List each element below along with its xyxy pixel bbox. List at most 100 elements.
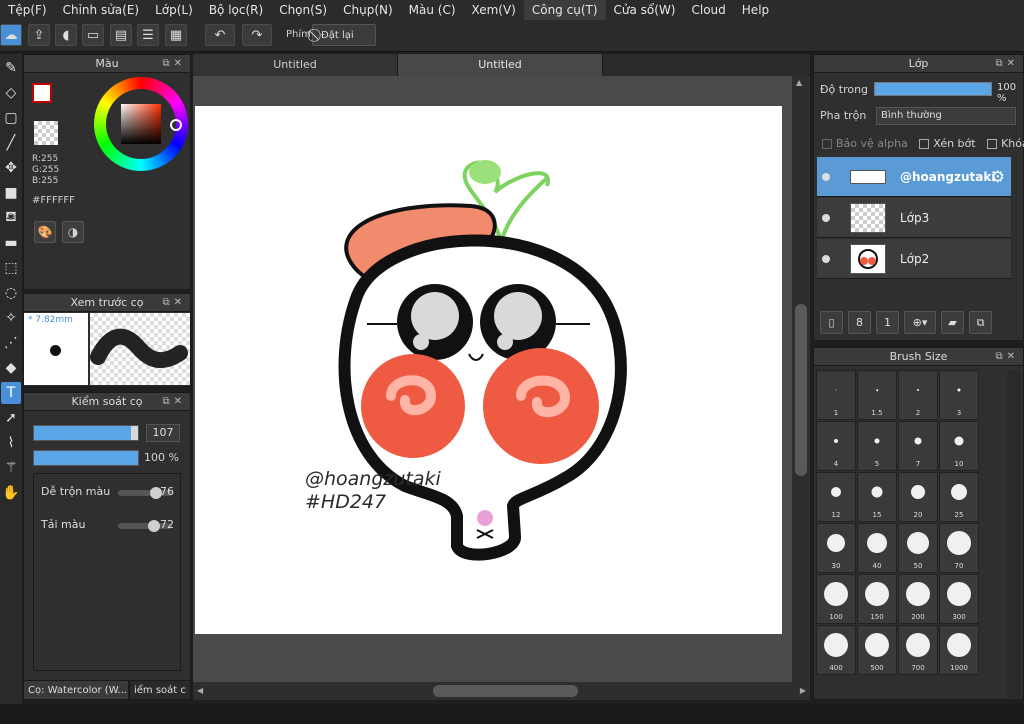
lock-checkbox[interactable] (987, 139, 998, 149)
menu-window[interactable]: Cửa sổ(W) (606, 0, 684, 20)
new-1bit-layer-icon[interactable]: 1 (876, 311, 899, 334)
comment-icon[interactable]: ◖ (55, 24, 77, 46)
folder-icon[interactable]: ▰ (941, 311, 964, 334)
brush-size-cell[interactable]: 7 (898, 421, 938, 471)
horizontal-scrollbar[interactable]: ◀ ▶ (193, 682, 810, 700)
brush-size-cell[interactable]: 500 (857, 625, 897, 675)
pen-tool-icon[interactable]: ╱ (1, 132, 21, 154)
text-tool-icon[interactable]: T (1, 382, 21, 404)
brush-size-cell[interactable]: 3 (939, 370, 979, 420)
brush-size-cell[interactable]: 1.5 (857, 370, 897, 420)
chat-icon[interactable]: ▭ (82, 24, 104, 46)
protect-alpha-checkbox[interactable] (822, 139, 832, 149)
brush-size-cell[interactable]: 70 (939, 523, 979, 573)
panel-controls-icon[interactable]: ⧉✕ (995, 348, 1019, 366)
brush-tool-icon[interactable]: ✎ (1, 57, 21, 79)
hand-icon[interactable]: ✋ (1, 482, 21, 504)
clip-checkbox[interactable] (919, 139, 930, 149)
eyedropper-icon[interactable]: ⌇ (1, 432, 21, 454)
document-icon[interactable]: ▤ (110, 24, 132, 46)
brush-size-cell[interactable]: 2 (898, 370, 938, 420)
brush-size-slider[interactable] (33, 425, 139, 441)
panel-controls-icon[interactable]: ⧉✕ (995, 55, 1019, 73)
scroll-up-arrow-icon[interactable]: ▲ (796, 78, 802, 87)
menu-capture[interactable]: Chụp(N) (335, 0, 401, 20)
brush-size-cell[interactable]: 700 (898, 625, 938, 675)
brush-size-cell[interactable]: 10 (939, 421, 979, 471)
reset-button[interactable]: ⃠ Đặt lại (312, 24, 376, 46)
scroll-left-arrow-icon[interactable]: ◀ (197, 686, 203, 695)
brush-size-cell[interactable]: 400 (816, 625, 856, 675)
menu-layer[interactable]: Lớp(L) (147, 0, 201, 20)
brush-size-cell[interactable]: 12 (816, 472, 856, 522)
undo-button[interactable]: ↶ (205, 24, 235, 46)
grid-icon[interactable]: ▦ (165, 24, 187, 46)
brush-size-cell[interactable]: 5 (857, 421, 897, 471)
brush-opacity-slider[interactable] (33, 450, 139, 466)
add-layer-dropdown-icon[interactable]: ⊕▾ (904, 311, 936, 334)
layer-row[interactable]: Lớp3 (817, 198, 1011, 238)
panel-controls-icon[interactable]: ⧉✕ (162, 55, 186, 73)
vertical-scroll-thumb[interactable] (795, 304, 807, 476)
operation-icon[interactable]: ➚ (1, 407, 21, 429)
menu-help[interactable]: Help (734, 0, 777, 20)
scroll-right-arrow-icon[interactable]: ▶ (800, 686, 806, 695)
menu-file[interactable]: Tệp(F) (0, 0, 55, 20)
new-8bit-layer-icon[interactable]: 8 (848, 311, 871, 334)
brush-size-cell[interactable]: 40 (857, 523, 897, 573)
visibility-icon[interactable] (822, 254, 830, 263)
brush-size-cell[interactable]: 200 (898, 574, 938, 624)
cloud-icon[interactable]: ☁ (0, 24, 22, 46)
hex-value[interactable]: #FFFFFF (32, 195, 75, 206)
brush-size-cell[interactable]: 50 (898, 523, 938, 573)
drawing-canvas[interactable]: @hoangzutaki #HD247 (195, 106, 782, 634)
gradient-tool-icon[interactable]: ▬ (1, 232, 21, 254)
menu-view[interactable]: Xem(V) (464, 0, 524, 20)
horizontal-scroll-thumb[interactable] (433, 685, 578, 697)
brush-size-value[interactable]: 107 (146, 424, 180, 442)
share-icon[interactable]: ⇪ (28, 24, 50, 46)
palette-icon[interactable]: 🎨 (34, 221, 56, 243)
brush-size-cell[interactable]: 100 (816, 574, 856, 624)
panel-controls-icon[interactable]: ⧉✕ (162, 393, 186, 411)
layer-row[interactable]: Lớp2 (817, 239, 1011, 279)
color-mix-icon[interactable]: ◑ (62, 221, 84, 243)
bucket-tool-icon[interactable]: ⛾ (1, 207, 21, 229)
brush-size-cell[interactable]: 15 (857, 472, 897, 522)
vertical-scrollbar[interactable]: ▲ (792, 76, 810, 684)
wand-icon[interactable]: ⚚ (1, 457, 21, 479)
brush-size-cell[interactable]: 4 (816, 421, 856, 471)
layers-icon[interactable]: ☰ (137, 24, 159, 46)
panel-controls-icon[interactable]: ⧉✕ (162, 294, 186, 312)
hue-knob[interactable] (170, 119, 182, 131)
layer-opacity-slider[interactable] (874, 82, 992, 96)
magic-wand-icon[interactable]: ✧ (1, 307, 21, 329)
brush-size-cell[interactable]: 25 (939, 472, 979, 522)
tab-document-1[interactable]: Untitled (193, 54, 398, 76)
saturation-value-square[interactable] (121, 104, 161, 144)
color-wheel[interactable] (94, 77, 188, 171)
tab-document-2[interactable]: Untitled (398, 54, 603, 76)
brush-size-cell[interactable]: 300 (939, 574, 979, 624)
blend-mode-select[interactable]: Bình thường (876, 107, 1016, 125)
new-layer-icon[interactable]: ▯ (820, 311, 843, 334)
menu-edit[interactable]: Chỉnh sửa(E) (55, 0, 148, 20)
layer-row[interactable]: @hoangzutaki ⚙ (817, 157, 1011, 197)
duplicate-icon[interactable]: ⧉ (969, 311, 992, 334)
lasso-icon[interactable]: ◌ (1, 282, 21, 304)
brush-size-cell[interactable]: 1 (816, 370, 856, 420)
select-pen-icon[interactable]: ⋰ (1, 332, 21, 354)
foreground-color-swatch[interactable] (32, 83, 52, 103)
transparent-swatch[interactable] (34, 121, 58, 145)
fill-rect-icon[interactable]: ■ (1, 182, 21, 204)
rect-tool-icon[interactable]: ▢ (1, 107, 21, 129)
visibility-icon[interactable] (822, 172, 830, 181)
menu-tools[interactable]: Công cụ(T) (523, 0, 606, 20)
brush-size-cell[interactable]: 150 (857, 574, 897, 624)
brush-size-cell[interactable]: 30 (816, 523, 856, 573)
menu-cloud[interactable]: Cloud (684, 0, 734, 20)
brush-size-scrollbar[interactable] (1007, 370, 1021, 698)
select-eraser-icon[interactable]: ◆ (1, 357, 21, 379)
tab-brush[interactable]: Cọ: Watercolor (W... (23, 680, 129, 700)
move-tool-icon[interactable]: ✥ (1, 157, 21, 179)
